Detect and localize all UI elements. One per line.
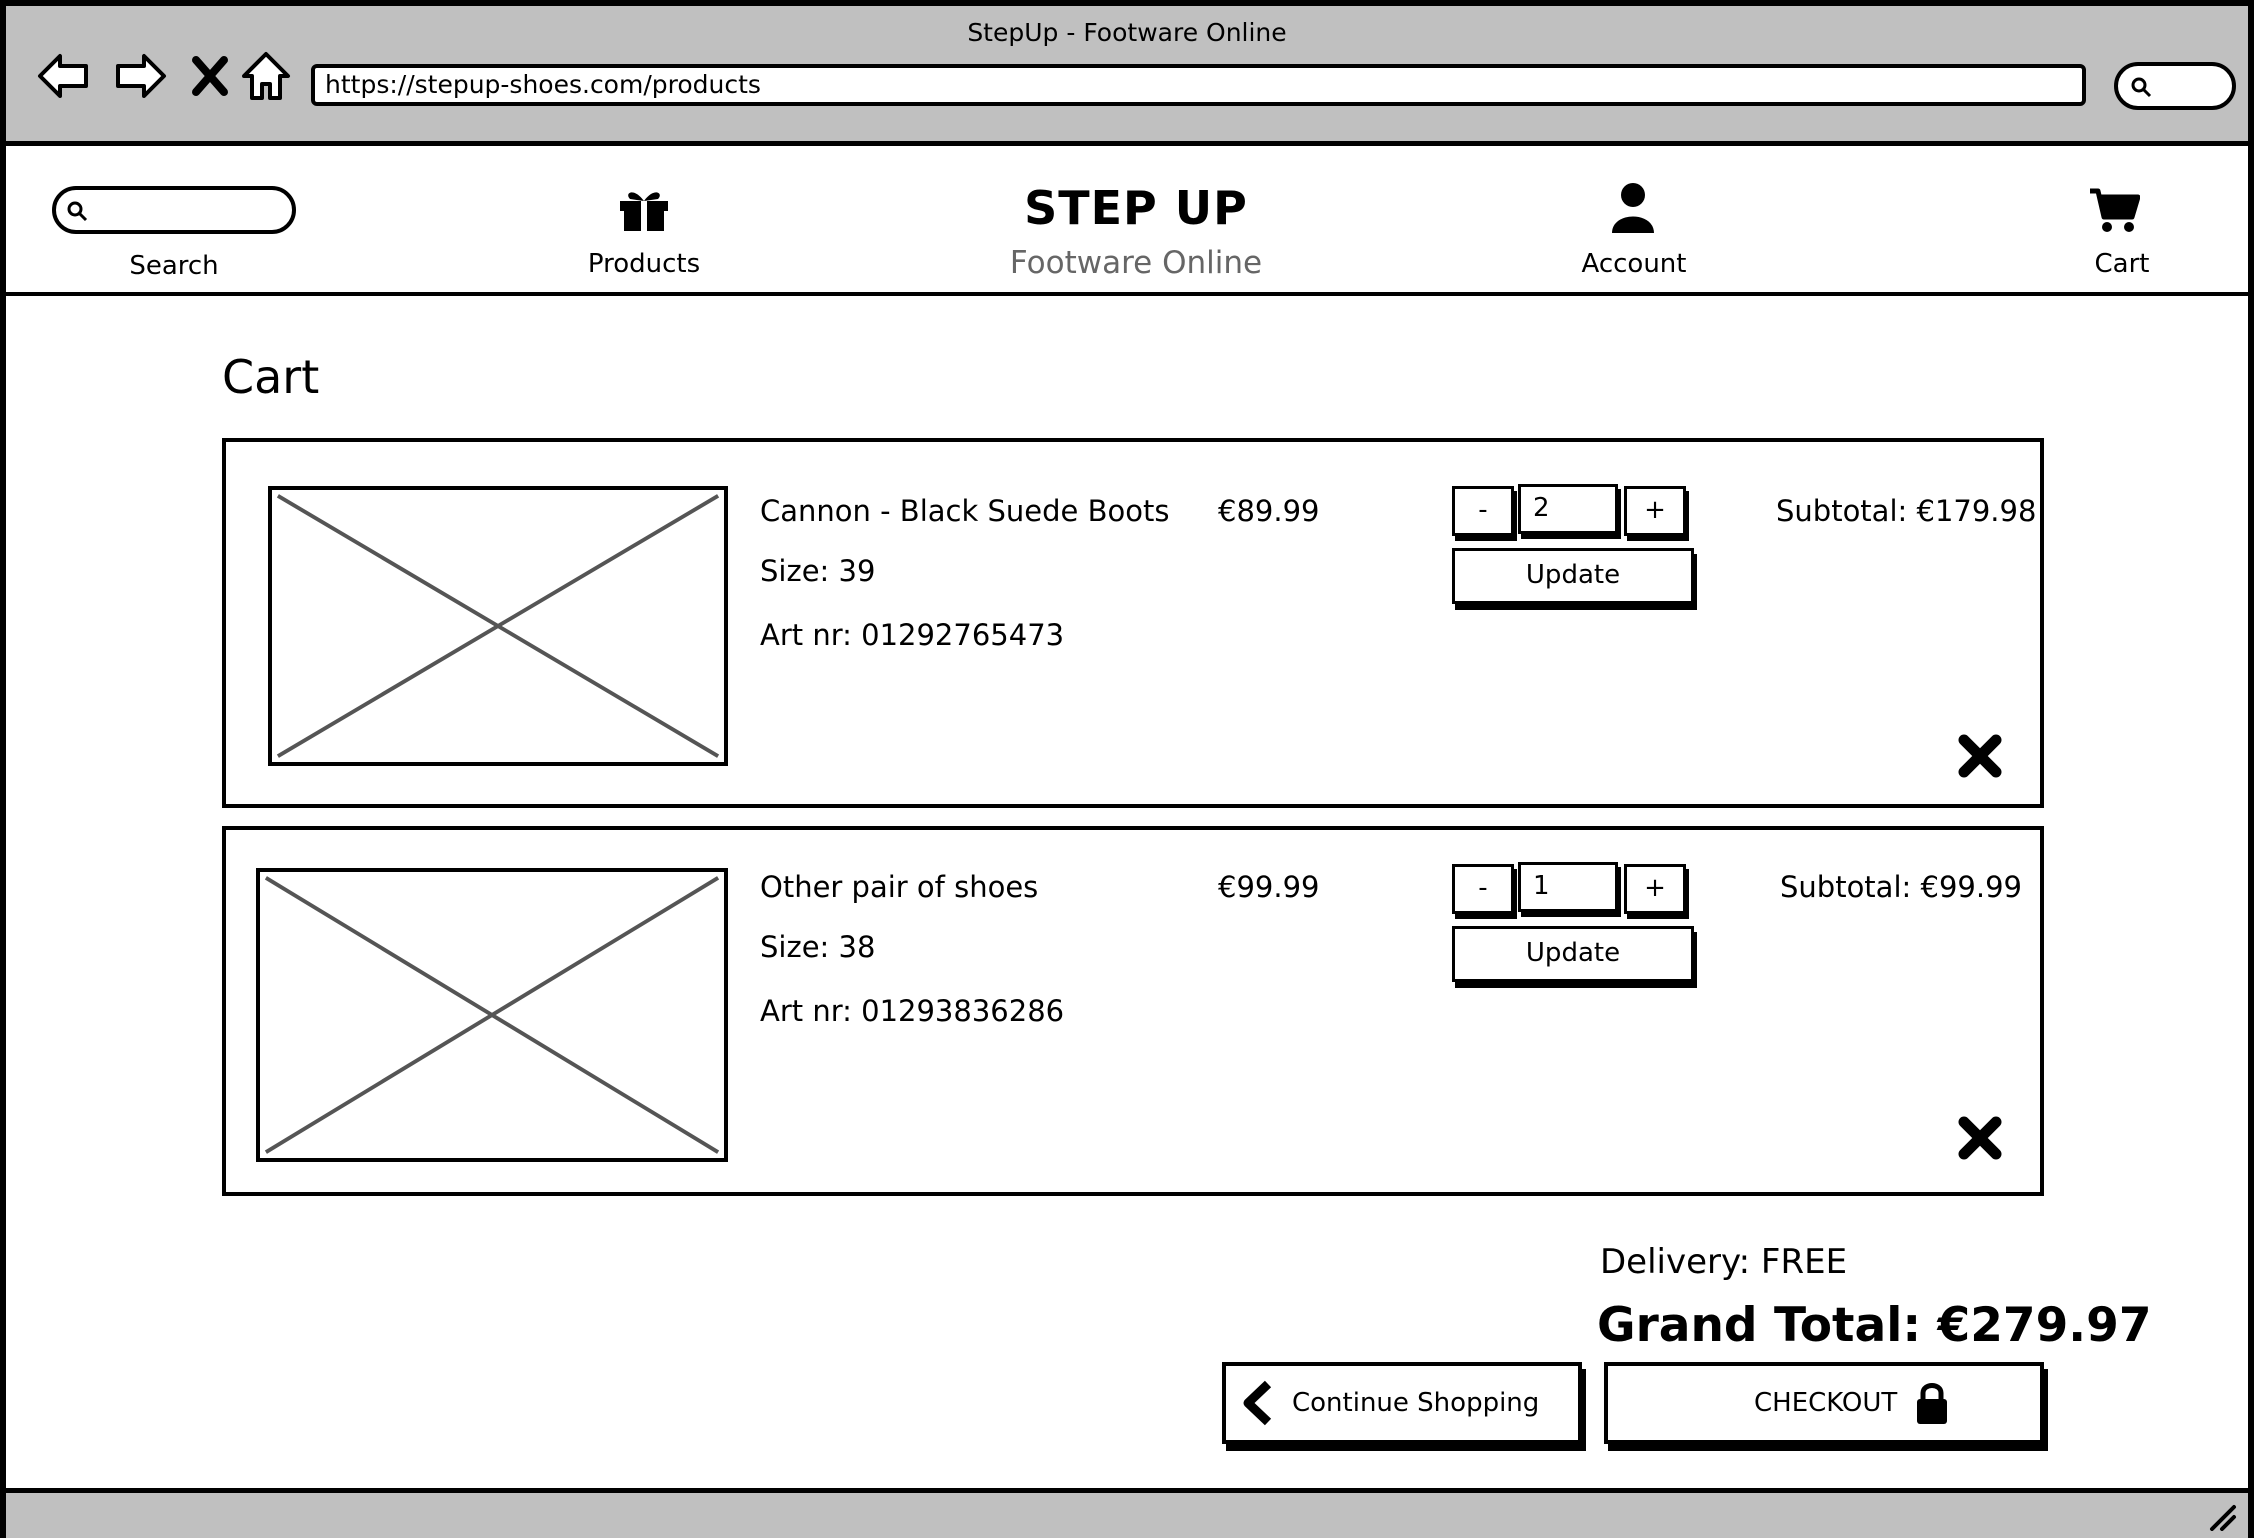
quantity-increase-button[interactable]: + bbox=[1624, 486, 1686, 536]
product-size: Size: 39 bbox=[760, 554, 876, 588]
product-price: €89.99 bbox=[1218, 494, 1320, 528]
search-icon bbox=[67, 201, 88, 222]
product-price: €99.99 bbox=[1218, 870, 1320, 904]
browser-chrome: StepUp - Footware Online https://stepup-… bbox=[6, 6, 2248, 146]
nav-products[interactable]: Products bbox=[524, 249, 764, 279]
page-title: Cart bbox=[222, 350, 320, 404]
browser-window: StepUp - Footware Online https://stepup-… bbox=[0, 0, 2254, 1538]
url-bar[interactable]: https://stepup-shoes.com/products bbox=[311, 64, 2086, 106]
cart-item: Other pair of shoes €99.99 Size: 38 Art … bbox=[222, 826, 2044, 1196]
quantity-decrease-button[interactable]: - bbox=[1452, 864, 1514, 914]
checkout-label: CHECKOUT bbox=[1754, 1388, 1898, 1418]
lock-icon bbox=[1917, 1383, 1947, 1424]
quantity-increase-button[interactable]: + bbox=[1624, 864, 1686, 914]
gift-icon[interactable] bbox=[616, 185, 672, 233]
quantity-input[interactable]: 1 bbox=[1518, 862, 1618, 912]
remove-item-icon[interactable] bbox=[1956, 1114, 2004, 1162]
continue-shopping-button[interactable]: Continue Shopping bbox=[1222, 1362, 1582, 1444]
chevron-left-icon bbox=[1243, 1380, 1272, 1426]
resize-grip-icon[interactable] bbox=[2208, 1503, 2238, 1531]
product-art-nr: Art nr: 01293836286 bbox=[760, 994, 1065, 1028]
user-icon[interactable] bbox=[1608, 181, 1658, 233]
product-name[interactable]: Cannon - Black Suede Boots bbox=[760, 494, 1169, 528]
quantity-input[interactable]: 2 bbox=[1518, 484, 1618, 534]
forward-arrow-icon[interactable] bbox=[110, 46, 170, 106]
status-bar bbox=[6, 1488, 2248, 1538]
site-header: Search Products STEP UP Footware Online … bbox=[6, 151, 2248, 296]
update-button[interactable]: Update bbox=[1452, 926, 1694, 982]
cart-icon[interactable] bbox=[2088, 187, 2141, 233]
nav-cart[interactable]: Cart bbox=[2002, 249, 2242, 279]
product-image-placeholder bbox=[268, 486, 728, 766]
update-button[interactable]: Update bbox=[1452, 548, 1694, 604]
product-image-placeholder bbox=[256, 868, 728, 1162]
remove-item-icon[interactable] bbox=[1956, 732, 2004, 780]
close-x-icon[interactable] bbox=[180, 46, 240, 106]
brand-subtitle: Footware Online bbox=[1009, 245, 1263, 281]
home-icon[interactable] bbox=[236, 46, 296, 106]
item-subtotal: Subtotal: €179.98 bbox=[1776, 494, 2037, 528]
search-label: Search bbox=[129, 251, 219, 281]
quantity-decrease-button[interactable]: - bbox=[1452, 486, 1514, 536]
search-icon bbox=[2131, 77, 2152, 98]
cart-item: Cannon - Black Suede Boots €89.99 Size: … bbox=[222, 438, 2044, 808]
checkout-button[interactable]: CHECKOUT bbox=[1604, 1362, 2044, 1444]
nav-account[interactable]: Account bbox=[1514, 249, 1754, 279]
product-name[interactable]: Other pair of shoes bbox=[760, 870, 1038, 904]
grand-total: Grand Total: €279.97 bbox=[1597, 1298, 2152, 1353]
product-art-nr: Art nr: 01292765473 bbox=[760, 618, 1065, 652]
item-subtotal: Subtotal: €99.99 bbox=[1780, 870, 2022, 904]
delivery-info: Delivery: FREE bbox=[1600, 1242, 1848, 1282]
browser-search-field[interactable] bbox=[2114, 62, 2236, 110]
window-title: StepUp - Footware Online bbox=[967, 18, 1287, 47]
brand-title[interactable]: STEP UP bbox=[906, 181, 1366, 235]
continue-shopping-label: Continue Shopping bbox=[1292, 1388, 1540, 1418]
product-size: Size: 38 bbox=[760, 930, 876, 964]
search-input[interactable] bbox=[52, 186, 296, 234]
back-arrow-icon[interactable] bbox=[34, 46, 94, 106]
